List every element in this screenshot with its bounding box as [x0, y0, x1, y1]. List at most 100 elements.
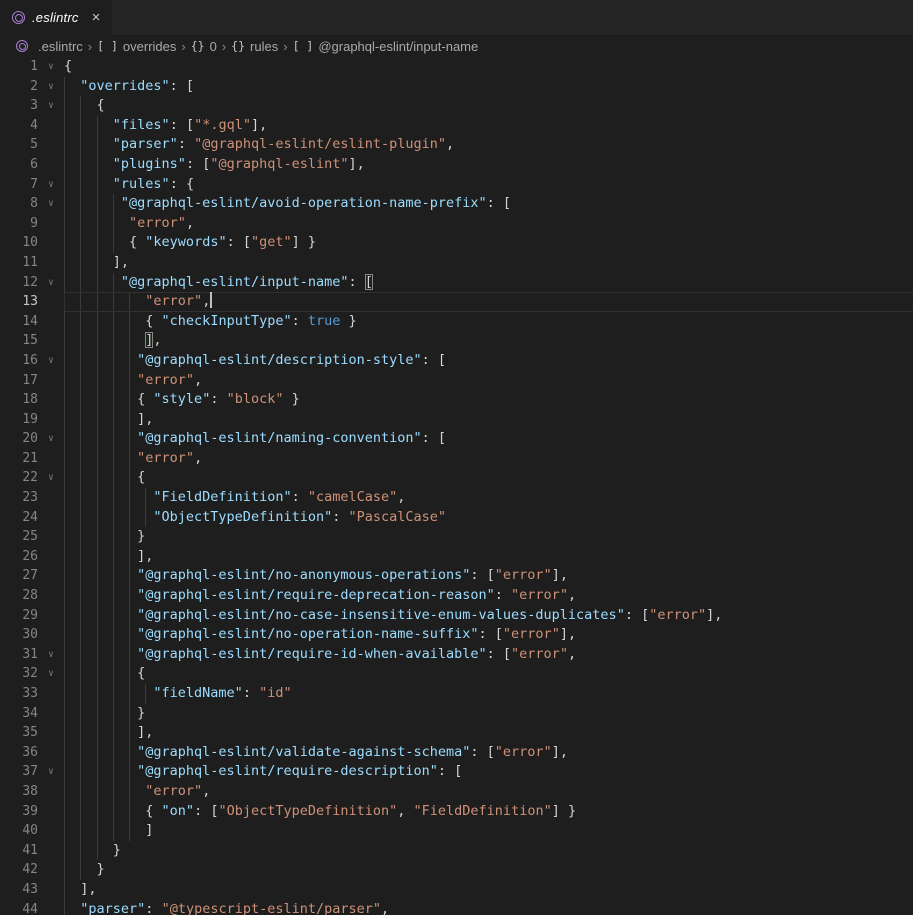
code-line[interactable]: 39 { "on": ["ObjectTypeDefinition", "Fie… [0, 802, 913, 822]
line-number: 22 [0, 468, 38, 488]
breadcrumb-label: 0 [210, 39, 217, 54]
code-line[interactable]: 7∨ "rules": { [0, 175, 913, 195]
fold-chevron-icon[interactable]: ∨ [38, 351, 64, 371]
code-line[interactable]: 9 "error", [0, 214, 913, 234]
code-line[interactable]: 29 "@graphql-eslint/no-case-insensitive-… [0, 606, 913, 626]
code-text: ], [64, 410, 153, 430]
code-line[interactable]: 44 "parser": "@typescript-eslint/parser"… [0, 900, 913, 915]
code-token: : [ [470, 744, 494, 760]
code-line[interactable]: 42 } [0, 860, 913, 880]
code-line[interactable]: 15 ], [0, 331, 913, 351]
fold-chevron-icon[interactable]: ∨ [38, 468, 64, 488]
code-text: "@graphql-eslint/validate-against-schema… [64, 743, 568, 763]
code-line[interactable]: 21 "error", [0, 449, 913, 469]
fold-chevron-icon[interactable]: ∨ [38, 664, 64, 684]
chevron-right-icon: › [88, 39, 92, 54]
code-line[interactable]: 34 } [0, 704, 913, 724]
code-line[interactable]: 3∨ { [0, 96, 913, 116]
gutter: 2∨ [0, 77, 64, 97]
fold-chevron-icon[interactable]: ∨ [38, 77, 64, 97]
code-line[interactable]: 38 "error", [0, 782, 913, 802]
fold-chevron-icon[interactable]: ∨ [38, 96, 64, 116]
code-token: : [495, 587, 511, 603]
code-line[interactable]: 30 "@graphql-eslint/no-operation-name-su… [0, 625, 913, 645]
gutter: 24 [0, 508, 64, 528]
code-line[interactable]: 4 "files": ["*.gql"], [0, 116, 913, 136]
code-line[interactable]: 26 ], [0, 547, 913, 567]
code-token: : [ [422, 430, 446, 446]
code-line[interactable]: 18 { "style": "block" } [0, 390, 913, 410]
line-number: 26 [0, 547, 38, 567]
code-token: : [ [479, 626, 503, 642]
code-token: "@graphql-eslint/require-id-when-availab… [137, 646, 487, 662]
code-text: { [64, 96, 105, 116]
code-token: "error" [137, 372, 194, 388]
code-line[interactable]: 41 } [0, 841, 913, 861]
gutter: 3∨ [0, 96, 64, 116]
code-token: "PascalCase" [348, 509, 446, 525]
fold-spacer [38, 880, 64, 900]
fold-chevron-icon[interactable]: ∨ [38, 429, 64, 449]
code-line[interactable]: 14 { "checkInputType": true } [0, 312, 913, 332]
breadcrumb-item-0[interactable]: {}0 [191, 39, 217, 54]
code-line[interactable]: 13 "error", [0, 292, 913, 312]
line-number: 15 [0, 331, 38, 351]
code-token: ], [80, 881, 96, 897]
code-line[interactable]: 6 "plugins": ["@graphql-eslint"], [0, 155, 913, 175]
code-line[interactable]: 40 ] [0, 821, 913, 841]
code-line[interactable]: 43 ], [0, 880, 913, 900]
code-line[interactable]: 22∨ { [0, 468, 913, 488]
code-line[interactable]: 37∨ "@graphql-eslint/require-description… [0, 762, 913, 782]
gutter: 13 [0, 292, 64, 312]
code-text: "error", [64, 292, 212, 312]
code-line[interactable]: 1∨{ [0, 57, 913, 77]
code-line[interactable]: 19 ], [0, 410, 913, 430]
line-number: 21 [0, 449, 38, 469]
code-line[interactable]: 31∨ "@graphql-eslint/require-id-when-ava… [0, 645, 913, 665]
fold-chevron-icon[interactable]: ∨ [38, 762, 64, 782]
code-text: "FieldDefinition": "camelCase", [64, 488, 405, 508]
code-line[interactable]: 24 "ObjectTypeDefinition": "PascalCase" [0, 508, 913, 528]
code-line[interactable]: 27 "@graphql-eslint/no-anonymous-operati… [0, 566, 913, 586]
breadcrumb-item-overrides[interactable]: [ ]overrides [97, 39, 176, 54]
code-line[interactable]: 5 "parser": "@graphql-eslint/eslint-plug… [0, 135, 913, 155]
code-line[interactable]: 25 } [0, 527, 913, 547]
tab-eslintrc[interactable]: .eslintrc × [0, 0, 112, 35]
code-token: ], [251, 117, 267, 133]
gutter: 19 [0, 410, 64, 430]
code-line[interactable]: 32∨ { [0, 664, 913, 684]
fold-chevron-icon[interactable]: ∨ [38, 57, 64, 77]
code-line[interactable]: 12∨ "@graphql-eslint/input-name": [ [0, 273, 913, 293]
breadcrumb-item-eslintrc[interactable]: .eslintrc [16, 39, 83, 54]
line-number: 33 [0, 684, 38, 704]
code-line[interactable]: 2∨ "overrides": [ [0, 77, 913, 97]
line-number: 7 [0, 175, 38, 195]
fold-chevron-icon[interactable]: ∨ [38, 194, 64, 214]
code-line[interactable]: 8∨ "@graphql-eslint/avoid-operation-name… [0, 194, 913, 214]
code-line[interactable]: 23 "FieldDefinition": "camelCase", [0, 488, 913, 508]
close-icon[interactable]: × [92, 10, 101, 25]
fold-chevron-icon[interactable]: ∨ [38, 645, 64, 665]
code-line[interactable]: 16∨ "@graphql-eslint/description-style":… [0, 351, 913, 371]
gutter: 44 [0, 900, 64, 915]
code-line[interactable]: 20∨ "@graphql-eslint/naming-convention":… [0, 429, 913, 449]
symbol-array-icon: [ ] [293, 39, 314, 53]
code-line[interactable]: 33 "fieldName": "id" [0, 684, 913, 704]
code-line[interactable]: 10 { "keywords": ["get"] } [0, 233, 913, 253]
code-line[interactable]: 17 "error", [0, 371, 913, 391]
code-line[interactable]: 28 "@graphql-eslint/require-deprecation-… [0, 586, 913, 606]
code-line[interactable]: 11 ], [0, 253, 913, 273]
breadcrumb-item-rules[interactable]: {}rules [231, 39, 278, 54]
fold-chevron-icon[interactable]: ∨ [38, 273, 64, 293]
code-token: } [113, 842, 121, 858]
code-text: { [64, 57, 72, 77]
fold-spacer [38, 743, 64, 763]
code-line[interactable]: 35 ], [0, 723, 913, 743]
code-editor[interactable]: 1∨{2∨ "overrides": [3∨ {4 "files": ["*.g… [0, 57, 913, 915]
fold-chevron-icon[interactable]: ∨ [38, 175, 64, 195]
symbol-array-icon: [ ] [97, 39, 118, 53]
breadcrumb-item-input-name[interactable]: [ ]@graphql-eslint/input-name [293, 39, 479, 54]
code-token: : [ [625, 607, 649, 623]
code-line[interactable]: 36 "@graphql-eslint/validate-against-sch… [0, 743, 913, 763]
line-number: 2 [0, 77, 38, 97]
